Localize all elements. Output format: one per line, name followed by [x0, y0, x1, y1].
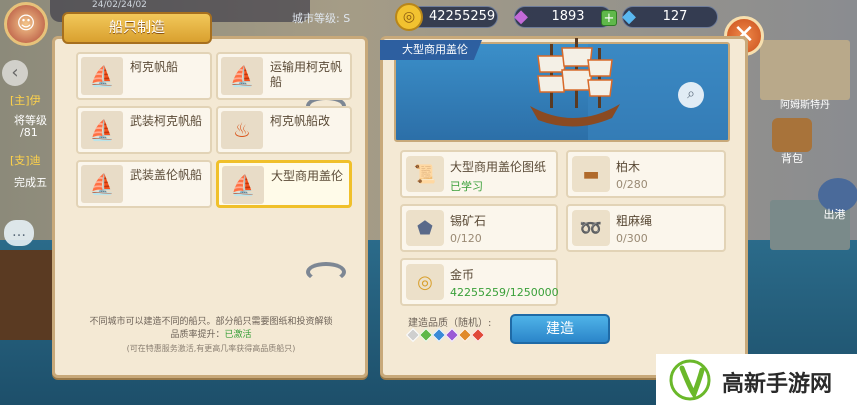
area-label: 阿姆斯特丹 — [780, 100, 830, 111]
magnifier-icon: ⌕ — [687, 86, 695, 102]
build-note: 不同城市可以建造不同的船只。部分船只需要图纸和投资解锁 品质率提升：已激活 — [60, 316, 362, 342]
coin-icon: ◎ — [406, 264, 444, 300]
ship-icon: ⛵ — [81, 57, 123, 95]
city-level-label: 城市等级: S — [292, 12, 351, 25]
ship-icon: ⛵ — [81, 111, 123, 149]
rope-icon: ➿ — [572, 210, 610, 246]
ship-name: 柯克帆船改 — [270, 114, 331, 128]
material-name: 柏木 — [616, 160, 641, 174]
material-gold[interactable]: ◎ 金币 42255259/1250000 — [400, 258, 559, 306]
ship-item-selected[interactable]: ⛵ 大型商用盖伦 — [216, 160, 352, 208]
bag-button[interactable] — [772, 118, 812, 152]
ship-item[interactable]: ⛵ 柯克帆船 — [76, 52, 212, 100]
material-value: 已学习 — [450, 180, 483, 193]
galleon-ship-icon — [530, 38, 620, 127]
ship-icon: ⛵ — [221, 57, 263, 95]
material-value: 0/120 — [450, 232, 482, 245]
material-value: 0/280 — [616, 178, 648, 191]
gold-coin-icon: ◎ — [395, 3, 423, 31]
gold-value: 42255259 — [429, 9, 496, 24]
chevron-left-icon: ‹ — [11, 62, 19, 83]
quest-main-tag[interactable]: [主]伊 — [10, 92, 41, 108]
zoom-view-button[interactable]: ⌕ — [678, 82, 704, 108]
note-sub: (可在特惠服务激活,有更高几率获得高品质船只) — [126, 344, 296, 353]
purple-diamond-icon: ◆ — [514, 6, 528, 27]
chat-icon: … — [12, 224, 26, 240]
building-decor — [760, 40, 850, 100]
ship-name: 武装盖伦帆船 — [130, 168, 203, 182]
ore-icon: ⬟ — [406, 210, 444, 246]
binder-ring — [306, 262, 346, 282]
watermark: 高新手游网 — [656, 354, 857, 405]
watermark-text: 高新手游网 — [722, 372, 833, 397]
purple-diamond-value: 1893 — [551, 9, 585, 24]
quality-gems — [405, 327, 486, 343]
material-value: 42255259/1250000 — [450, 286, 559, 299]
ship-icon: ⛵ — [222, 166, 264, 204]
blue-diamond-counter: ◆ 127 — [622, 6, 718, 28]
player-avatar[interactable]: ☺ — [4, 2, 48, 46]
gold-counter: ◎ 42255259 — [395, 3, 498, 31]
dock-background — [0, 250, 60, 340]
quest-progress: /81 — [20, 126, 38, 139]
ship-icon: ⛵ — [81, 165, 123, 203]
quest-text: 完成五 — [14, 176, 47, 189]
material-tin-ore[interactable]: ⬟ 锡矿石 0/120 — [400, 204, 558, 252]
ship-name: 大型商用盖伦 — [271, 169, 344, 183]
watermark-logo-icon — [669, 359, 711, 401]
date-text: 24/02/24/02 — [92, 0, 147, 10]
avatar-face-icon: ☺ — [16, 13, 36, 34]
ship-item[interactable]: ⛵ 运输用柯克帆船 — [216, 52, 352, 100]
ship-item[interactable]: ♨ 柯克帆船改 — [216, 106, 352, 154]
ship-name: 武装柯克帆船 — [130, 114, 203, 128]
material-value: 0/300 — [616, 232, 648, 245]
fire-ship-icon: ♨ — [221, 111, 263, 149]
material-name: 锡矿石 — [450, 214, 487, 228]
blue-diamond-value: 127 — [662, 9, 688, 24]
note-line2: 品质率提升：已激活 — [60, 329, 362, 342]
build-quality-label: 建造品质（随机）: — [408, 318, 492, 329]
ship-item[interactable]: ⛵ 武装柯克帆船 — [76, 106, 212, 154]
material-rope[interactable]: ➿ 粗麻绳 0/300 — [566, 204, 726, 252]
bag-label: 背包 — [781, 152, 803, 165]
blue-diamond-icon: ◆ — [622, 6, 636, 27]
material-cypress[interactable]: ▬ 柏木 0/280 — [566, 150, 726, 198]
quest-side-tag[interactable]: [支]迪 — [10, 152, 41, 168]
material-blueprint[interactable]: 📜 大型商用盖伦图纸 已学习 — [400, 150, 558, 198]
log-icon: ▬ — [572, 156, 610, 192]
note-quality-label: 品质率提升： — [170, 330, 225, 340]
quality-gem-icon — [470, 327, 486, 343]
ship-preview-title: 大型商用盖伦 — [380, 40, 482, 60]
chat-button[interactable]: … — [4, 220, 34, 246]
note-line1: 不同城市可以建造不同的船只。部分船只需要图纸和投资解锁 — [89, 317, 333, 327]
note-quality-status: 已激活 — [224, 330, 252, 340]
material-name: 粗麻绳 — [616, 214, 653, 228]
material-name: 大型商用盖伦图纸 — [450, 160, 547, 174]
material-name: 金币 — [450, 268, 475, 282]
ship-name: 运输用柯克帆船 — [270, 60, 343, 89]
blueprint-icon: 📜 — [406, 156, 444, 192]
build-button[interactable]: 建造 — [510, 314, 610, 344]
ship-item[interactable]: ⛵ 武装盖伦帆船 — [76, 160, 212, 208]
port-label: 出港 — [823, 208, 846, 221]
back-arrow-button[interactable]: ‹ — [2, 60, 28, 86]
purple-diamond-counter: ◆ 1893 + — [514, 6, 617, 28]
panel-title: 船只制造 — [62, 12, 212, 44]
ship-name: 柯克帆船 — [130, 60, 179, 74]
